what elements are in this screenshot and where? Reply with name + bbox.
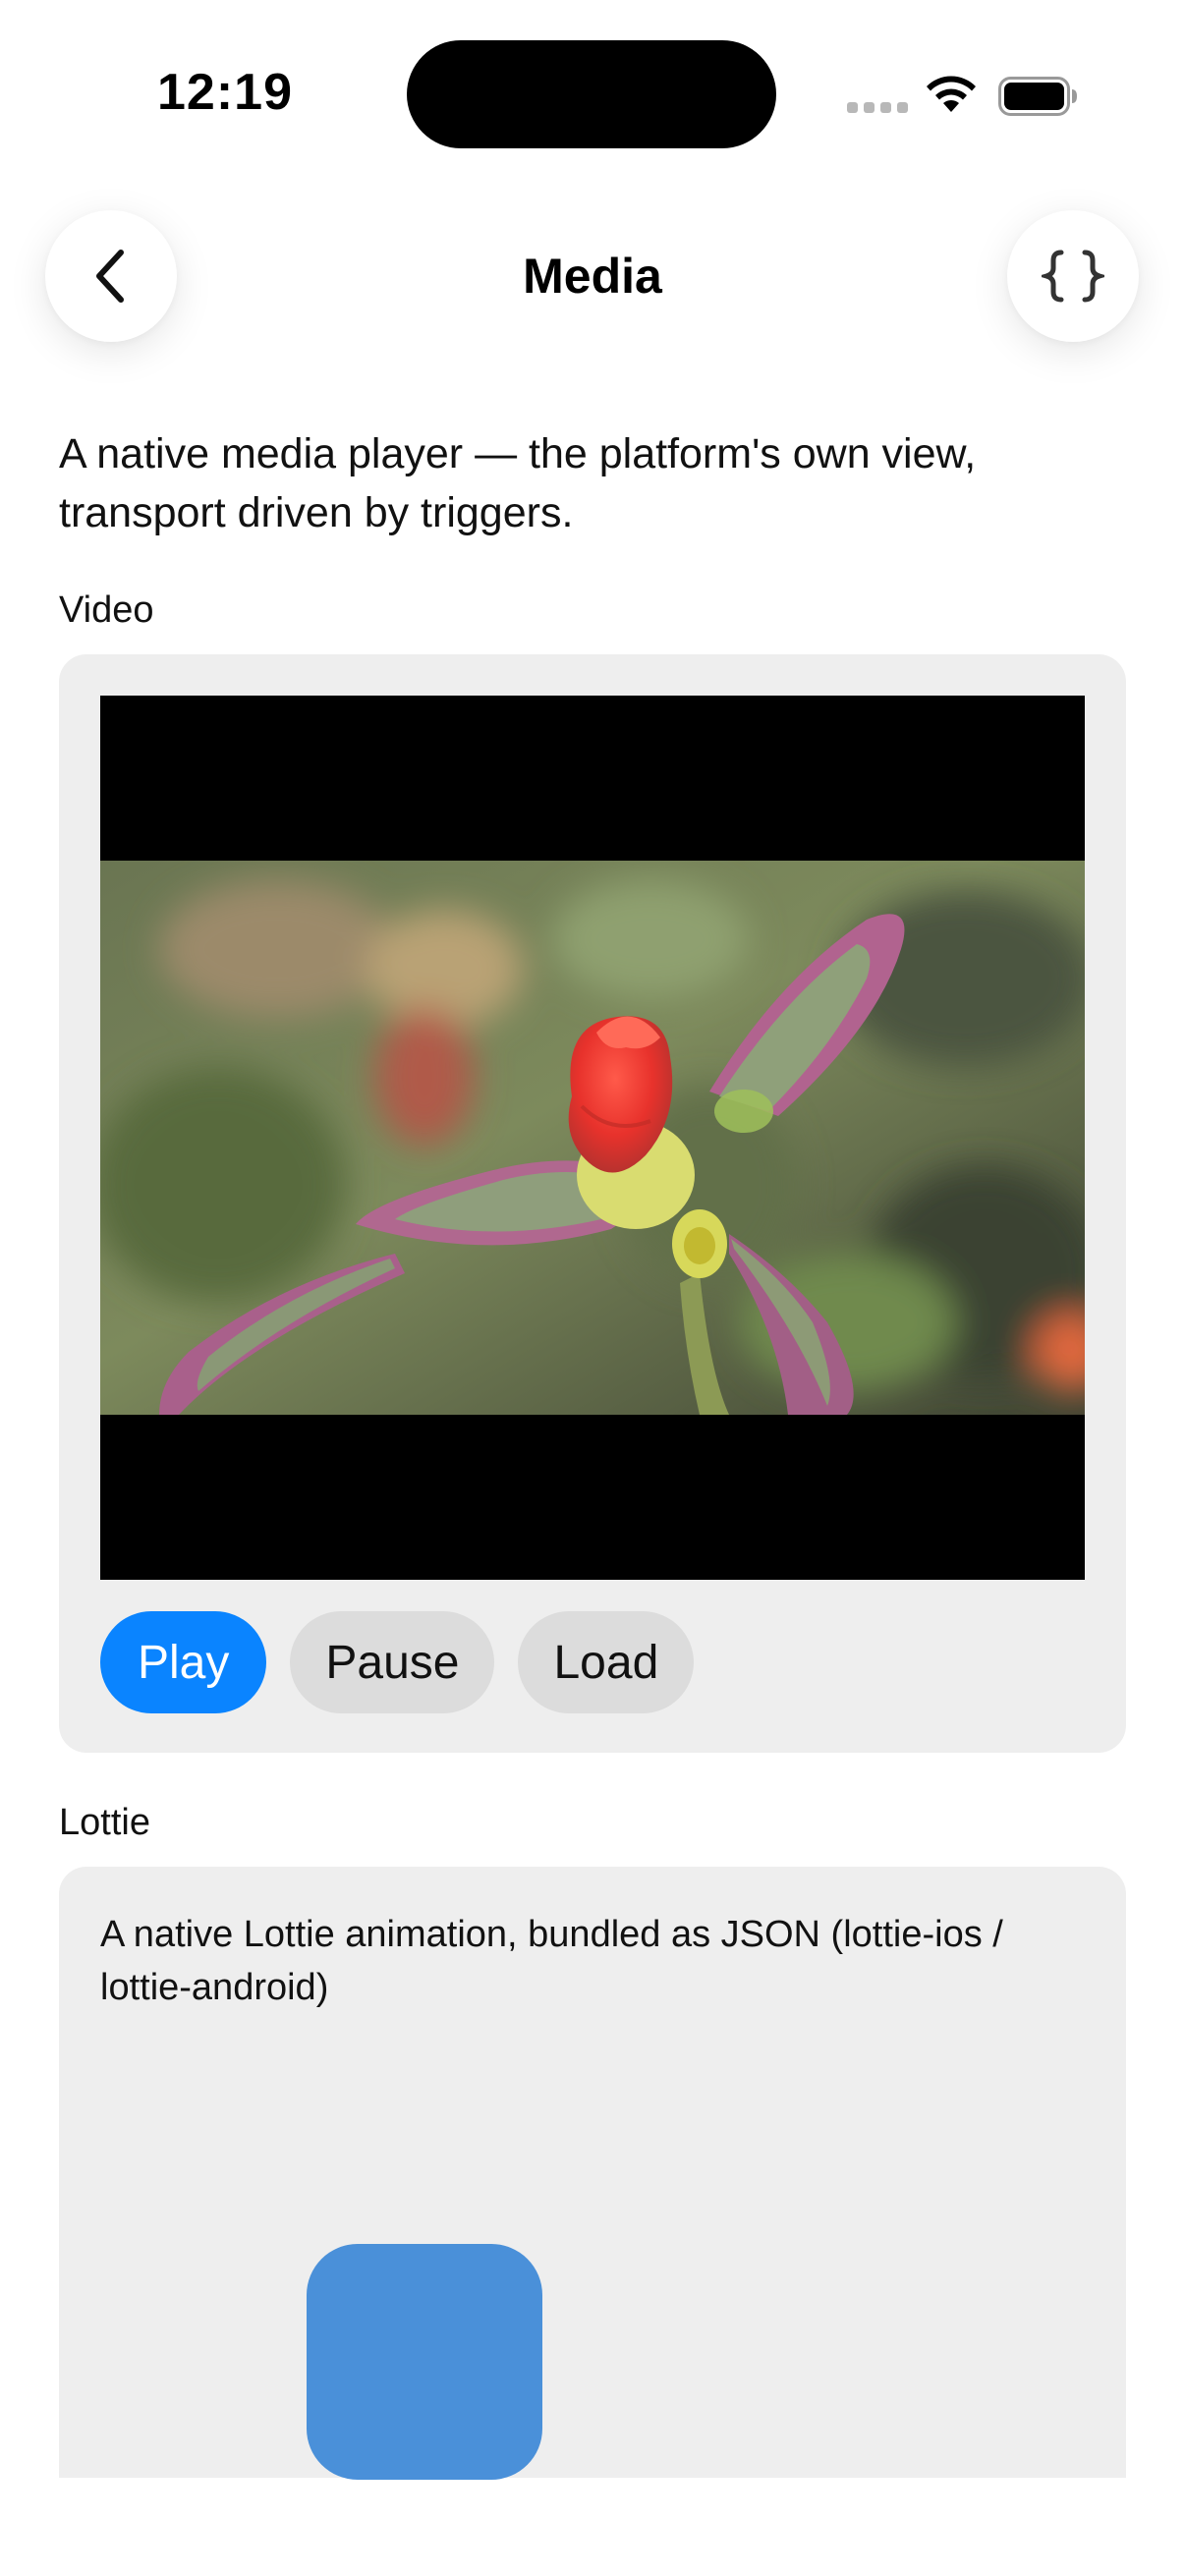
curly-braces-icon	[1042, 250, 1104, 303]
status-time: 12:19	[157, 64, 293, 121]
play-button[interactable]: Play	[100, 1611, 267, 1713]
video-card: Play Pause Load	[59, 654, 1126, 1753]
video-frame-image	[100, 861, 1085, 1415]
lottie-card: A native Lottie animation, bundled as JS…	[59, 1867, 1126, 2480]
view-source-button[interactable]	[1007, 210, 1139, 342]
lottie-section-label: Lottie	[59, 1802, 150, 1843]
transport-controls: Play Pause Load	[100, 1611, 695, 1713]
intro-text: A native media player — the platform's o…	[59, 430, 977, 536]
lottie-description: A native Lottie animation, bundled as JS…	[100, 1914, 1003, 2008]
cellular-signal-icon	[847, 102, 908, 113]
wifi-icon	[927, 76, 976, 112]
lottie-animation-shape	[307, 2244, 542, 2480]
video-player[interactable]	[100, 696, 1085, 1580]
pause-button[interactable]: Pause	[290, 1611, 495, 1713]
video-section-label: Video	[59, 589, 154, 631]
dynamic-island	[407, 40, 776, 148]
load-button[interactable]: Load	[518, 1611, 695, 1713]
media-screen: 12:19 Media A native media player — the …	[0, 0, 1185, 2576]
battery-icon	[998, 77, 1077, 116]
